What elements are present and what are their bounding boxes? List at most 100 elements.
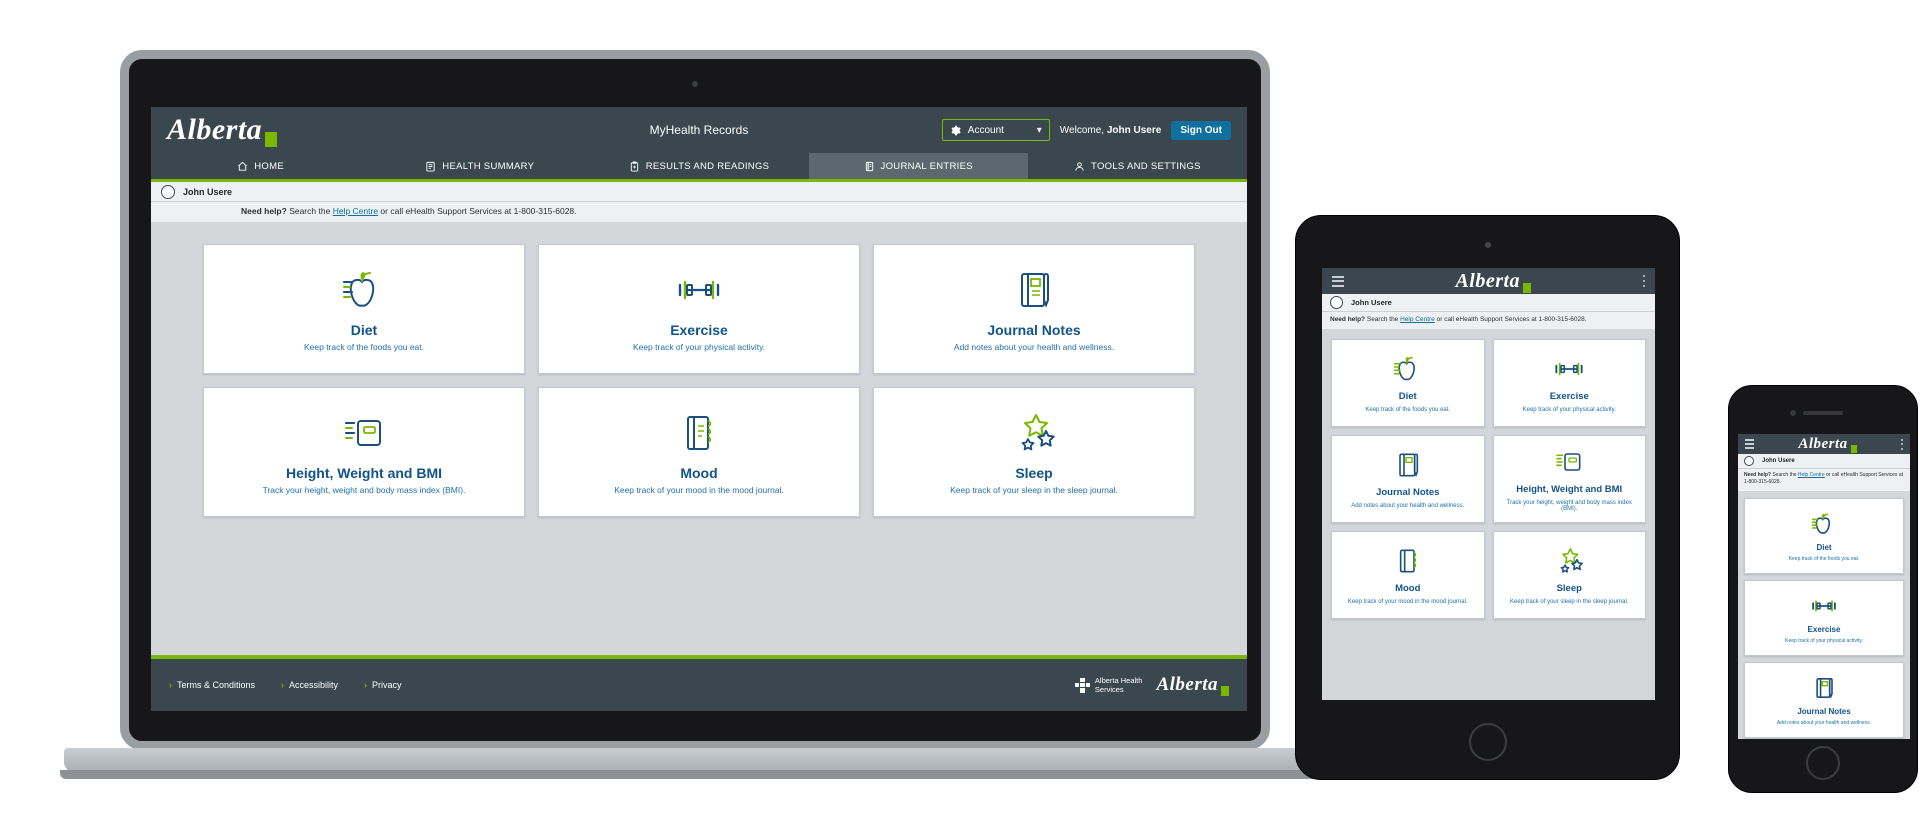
stars-icon	[1006, 409, 1062, 457]
kebab-menu-icon[interactable]	[1901, 438, 1903, 450]
card-diet[interactable]: Diet Keep track of the foods you eat.	[1744, 498, 1904, 574]
phone-screen: Alberta John Usere Need help? Search the…	[1738, 434, 1910, 739]
footer-link-accessibility[interactable]: › Accessibility	[281, 680, 338, 690]
footer-link-terms[interactable]: › Terms & Conditions	[169, 680, 255, 690]
card-journal-notes[interactable]: Journal Notes Add notes about your healt…	[1744, 662, 1904, 738]
dumbbell-icon	[1550, 353, 1588, 385]
clipboard-icon	[426, 161, 435, 172]
card-mood[interactable]: Mood Keep track of your mood in the mood…	[1331, 531, 1485, 619]
phone-user-bar: John Usere	[1738, 454, 1910, 469]
home-icon	[238, 161, 248, 171]
laptop-topbar: Alberta MyHealth Records Account ▾ Welco…	[151, 107, 1247, 153]
sign-out-button[interactable]: Sign Out	[1171, 120, 1231, 140]
card-sleep[interactable]: Sleep Keep track of your sleep in the sl…	[1492, 531, 1646, 619]
nav-item-home[interactable]: HOME	[151, 153, 370, 179]
tablet-content: Diet Keep track of the foods you eat. Ex…	[1322, 329, 1655, 700]
avatar	[161, 184, 175, 199]
card-title-journal-notes: Journal Notes	[1376, 487, 1440, 498]
footer-link-privacy[interactable]: › Privacy	[364, 680, 402, 690]
card-mood[interactable]: Mood Keep track of your mood in the mood…	[538, 387, 860, 517]
card-sub-journal-notes: Add notes about your health and wellness…	[953, 342, 1115, 352]
card-title-diet: Diet	[1398, 391, 1417, 402]
nav-label-results: RESULTS AND READINGS	[645, 160, 770, 172]
card-sub-bmi: Track your height, weight and body mass …	[1506, 500, 1632, 512]
laptop-topbar-right: Account ▾ Welcome, John Usere Sign Out	[941, 119, 1231, 141]
card-height-weight-bmi[interactable]: Height, Weight and BMI Track your height…	[203, 387, 525, 517]
user-name: John Usere	[1351, 298, 1392, 307]
card-height-weight-bmi[interactable]: Height, Weight and BMI Track your height…	[1492, 435, 1646, 523]
main-nav: HOME HEALTH SUMMARY RESULTS AND READINGS	[151, 153, 1247, 179]
card-exercise[interactable]: Exercise Keep track of your physical act…	[1744, 580, 1904, 656]
alberta-flag-icon	[1523, 282, 1532, 293]
alberta-logo: Alberta	[1798, 436, 1857, 453]
alberta-wordmark: Alberta	[167, 113, 263, 146]
nav-accent-underline	[151, 179, 1247, 182]
notebook-pen-icon	[1389, 449, 1427, 481]
card-title-journal-notes: Journal Notes	[987, 322, 1081, 338]
journal-icon	[865, 161, 873, 171]
account-select[interactable]: Account ▾	[941, 119, 1050, 141]
nav-label-health-summary: HEALTH SUMMARY	[442, 160, 535, 172]
laptop-base	[64, 748, 1326, 772]
card-title-journal-notes: Journal Notes	[1797, 707, 1851, 716]
tablet-body: Alberta John Usere Need help? Search the…	[1295, 215, 1680, 780]
help-centre-link[interactable]: Help Centre	[1798, 472, 1825, 478]
help-centre-link[interactable]: Help Centre	[333, 206, 378, 216]
nav-label-tools-settings: TOOLS AND SETTINGS	[1091, 160, 1201, 172]
card-sub-sleep: Keep track of your sleep in the sleep jo…	[1510, 599, 1629, 605]
card-title-mood: Mood	[1395, 583, 1421, 594]
card-sleep[interactable]: Sleep Keep track of your sleep in the sl…	[873, 387, 1195, 517]
card-sub-mood: Keep track of your mood in the mood jour…	[614, 485, 784, 495]
laptop-base-shadow	[60, 770, 1330, 779]
avatar	[1744, 456, 1754, 466]
tablet-user-bar: John Usere	[1322, 294, 1655, 312]
card-title-exercise: Exercise	[1549, 391, 1589, 402]
nav-item-health-summary[interactable]: HEALTH SUMMARY	[370, 153, 589, 179]
card-exercise[interactable]: Exercise Keep track of your physical act…	[538, 244, 860, 374]
nav-item-tools-settings[interactable]: TOOLS AND SETTINGS	[1028, 153, 1247, 179]
user-name: John Usere	[1762, 458, 1795, 464]
welcome-username: John Usere	[1106, 124, 1162, 136]
phone-body: Alberta John Usere Need help? Search the…	[1728, 385, 1918, 793]
card-title-sleep: Sleep	[1556, 583, 1582, 594]
laptop-device: Alberta MyHealth Records Account ▾ Welco…	[60, 50, 1330, 790]
mood-book-icon	[1389, 545, 1427, 577]
dumbbell-icon	[671, 266, 727, 314]
ahs-logo: Alberta Health Services	[1074, 676, 1142, 694]
help-centre-link[interactable]: Help Centre	[1400, 316, 1435, 323]
alberta-flag-icon	[1221, 686, 1229, 696]
phone-help-line: Need help? Search the Help Centre or cal…	[1738, 469, 1910, 491]
tablet-home-button[interactable]	[1468, 723, 1507, 761]
phone-content: Diet Keep track of the foods you eat. Ex…	[1738, 491, 1910, 739]
card-diet[interactable]: Diet Keep track of the foods you eat.	[1331, 339, 1485, 427]
journal-card-grid: Diet Keep track of the foods you eat. Ex…	[203, 244, 1195, 517]
card-title-bmi: Height, Weight and BMI	[285, 465, 443, 481]
ahs-line2: Services	[1094, 685, 1124, 694]
footer-links: › Terms & Conditions › Accessibility › Priv…	[169, 680, 402, 690]
card-title-diet: Diet	[350, 322, 378, 338]
alberta-flag-icon	[265, 132, 278, 147]
kebab-menu-icon[interactable]	[1642, 274, 1645, 288]
responsive-showcase: Alberta MyHealth Records Account ▾ Welco…	[0, 0, 1920, 830]
phone-home-button[interactable]	[1806, 746, 1840, 780]
nav-item-results[interactable]: RESULTS AND READINGS	[589, 153, 808, 179]
card-journal-notes[interactable]: Journal Notes Add notes about your healt…	[1331, 435, 1485, 523]
card-title-sleep: Sleep	[1015, 465, 1053, 481]
tablet-site: Alberta John Usere Need help? Search the…	[1322, 268, 1655, 700]
hamburger-icon[interactable]	[1745, 439, 1754, 449]
card-sub-mood: Keep track of your mood in the mood jour…	[1347, 599, 1468, 605]
card-exercise[interactable]: Exercise Keep track of your physical act…	[1492, 339, 1646, 427]
card-journal-notes[interactable]: Journal Notes Add notes about your healt…	[873, 244, 1195, 374]
account-select-value: Account	[967, 124, 1004, 136]
hamburger-icon[interactable]	[1332, 275, 1344, 287]
laptop-camera-icon	[692, 81, 698, 87]
laptop-footer: › Terms & Conditions › Accessibility › Priv…	[151, 655, 1247, 711]
tablet-camera-icon	[1484, 242, 1491, 248]
nav-item-journal-entries[interactable]: JOURNAL ENTRIES	[808, 153, 1028, 179]
phone-speaker-icon	[1803, 411, 1843, 415]
laptop-content: Diet Keep track of the foods you eat. Ex…	[151, 222, 1247, 655]
help-prefix: Need help?	[241, 206, 287, 216]
notebook-pen-icon	[1808, 674, 1840, 702]
card-diet[interactable]: Diet Keep track of the foods you eat.	[203, 244, 525, 374]
card-title-diet: Diet	[1816, 543, 1832, 552]
